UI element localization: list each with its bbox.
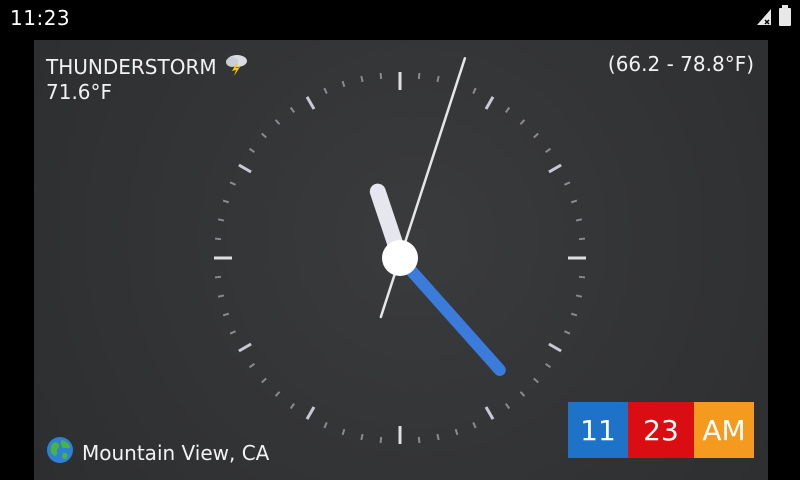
minute-tick (248, 362, 255, 369)
minute-tick (545, 147, 552, 154)
minute-hand (394, 252, 506, 376)
digital-clock: 11 23 AM (568, 402, 754, 458)
minute-tick (472, 422, 477, 429)
minute-tick (570, 312, 578, 317)
minute-tick (519, 119, 526, 125)
analog-clock (214, 57, 586, 444)
minute-tick (564, 181, 571, 186)
digital-ampm: AM (694, 402, 754, 458)
clock-widget[interactable]: THUNDERSTORM 71.6°F (66.2 - 78.8°F) Moun (34, 40, 768, 480)
location[interactable]: Mountain View, CA (46, 436, 269, 469)
minute-tick (217, 294, 225, 298)
minute-tick (360, 75, 364, 83)
minute-tick (436, 433, 440, 441)
hour-tick (305, 96, 316, 110)
hour-tick (484, 406, 495, 420)
status-icons (756, 5, 792, 31)
signal-icon (756, 6, 772, 30)
minute-tick (504, 106, 511, 113)
minute-tick (578, 275, 586, 279)
minute-tick (289, 403, 296, 410)
minute-tick (575, 218, 583, 222)
digital-hour: 11 (568, 402, 628, 458)
minute-tick (323, 422, 328, 429)
minute-tick (436, 75, 440, 83)
weather-range: (66.2 - 78.8°F) (607, 52, 754, 76)
minute-tick (454, 428, 459, 436)
minute-tick (222, 312, 230, 317)
hour-tick (484, 96, 495, 110)
hour-tick (548, 163, 562, 174)
globe-icon (46, 436, 74, 469)
status-time: 11:23 (10, 6, 71, 30)
status-bar: 11:23 (0, 0, 800, 36)
battery-icon (778, 5, 792, 31)
minute-tick (341, 428, 346, 436)
minute-tick (360, 433, 364, 441)
hour-tick (548, 342, 562, 353)
minute-tick (533, 377, 539, 384)
minute-tick (261, 132, 267, 139)
minute-tick (289, 106, 296, 113)
minute-tick (417, 72, 421, 80)
minute-tick (229, 330, 236, 335)
minute-tick (214, 275, 222, 279)
minute-tick (229, 181, 236, 186)
minute-tick (274, 391, 281, 397)
digital-minute: 23 (628, 402, 694, 458)
minute-tick (570, 199, 578, 204)
minute-tick (533, 132, 539, 139)
minute-tick (341, 80, 346, 88)
minute-tick (578, 237, 586, 241)
clock-hub (382, 240, 418, 276)
minute-tick (217, 218, 225, 222)
minute-tick (545, 362, 552, 369)
minute-tick (222, 199, 230, 204)
minute-tick (564, 330, 571, 335)
minute-tick (417, 436, 421, 444)
minute-tick (379, 72, 383, 80)
hour-tick (238, 342, 252, 353)
minute-tick (504, 403, 511, 410)
minute-tick (214, 237, 222, 241)
minute-tick (274, 119, 281, 125)
minute-tick (323, 87, 328, 94)
weather-temperature: 71.6°F (46, 80, 113, 104)
minute-tick (261, 377, 267, 384)
minute-tick (519, 391, 526, 397)
location-name: Mountain View, CA (82, 440, 270, 465)
minute-tick (575, 294, 583, 298)
hour-tick (238, 163, 252, 174)
minute-tick (472, 87, 477, 94)
minute-tick (379, 436, 383, 444)
hour-tick (305, 406, 316, 420)
minute-tick (248, 147, 255, 154)
